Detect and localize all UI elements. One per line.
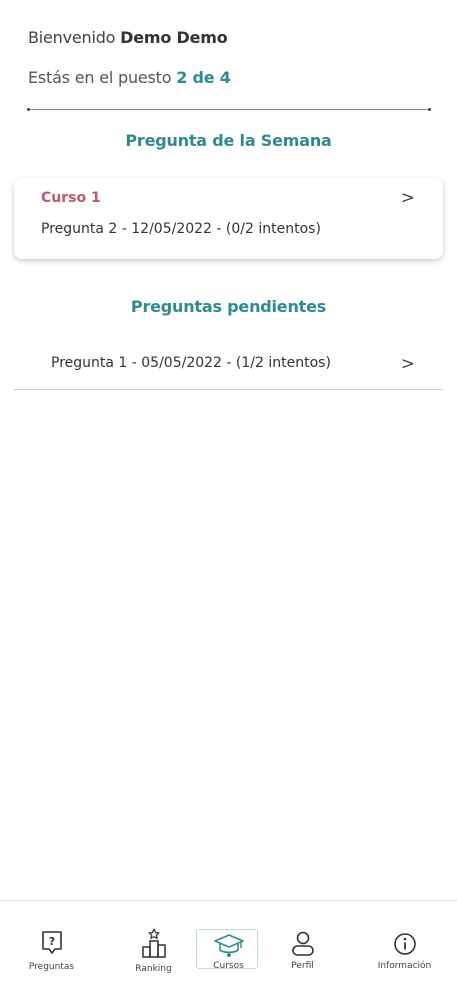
user-icon [291, 931, 314, 956]
rank-value: 2 de 4 [176, 68, 231, 87]
divider [27, 108, 431, 111]
pending-question-text: Pregunta 1 - 05/05/2022 - (1/2 intentos) [51, 355, 331, 371]
course-name: Curso 1 [41, 190, 101, 206]
tab-informacion[interactable]: Información [359, 901, 450, 1000]
weekly-question-title: Pregunta de la Semana [125, 131, 332, 150]
ranking-icon [141, 928, 166, 958]
bottom-tab-bar: ? Preguntas Ranking Cursos Perfil Inform… [0, 900, 457, 1000]
question-summary: Pregunta 2 - 12/05/2022 - (0/2 intentos) [41, 221, 321, 237]
tab-preguntas[interactable]: ? Preguntas [6, 901, 97, 1000]
pending-questions-title: Preguntas pendientes [130, 297, 327, 316]
welcome-prefix: Bienvenido [28, 28, 121, 47]
weekly-question-card[interactable]: Curso 1 Pregunta 2 - 12/05/2022 - (0/2 i… [14, 178, 443, 259]
question-icon: ? [41, 931, 62, 954]
tab-label: Perfil [291, 961, 314, 971]
rank-text: Estás en el puesto 2 de 4 [28, 68, 231, 87]
user-name: Demo Demo [120, 28, 228, 47]
pending-question-item[interactable]: Pregunta 1 - 05/05/2022 - (1/2 intentos)… [14, 338, 443, 390]
tab-label: Preguntas [28, 962, 75, 972]
tab-perfil[interactable]: Perfil [257, 901, 348, 1000]
chevron-right-icon: > [400, 354, 415, 374]
info-icon [393, 933, 416, 955]
rank-prefix: Estás en el puesto [28, 68, 177, 87]
graduation-cap-icon [213, 934, 244, 957]
tab-label: Información [377, 961, 432, 971]
svg-text:?: ? [48, 935, 54, 948]
chevron-right-icon: > [400, 188, 415, 208]
welcome-text: Bienvenido Demo Demo [28, 28, 228, 47]
